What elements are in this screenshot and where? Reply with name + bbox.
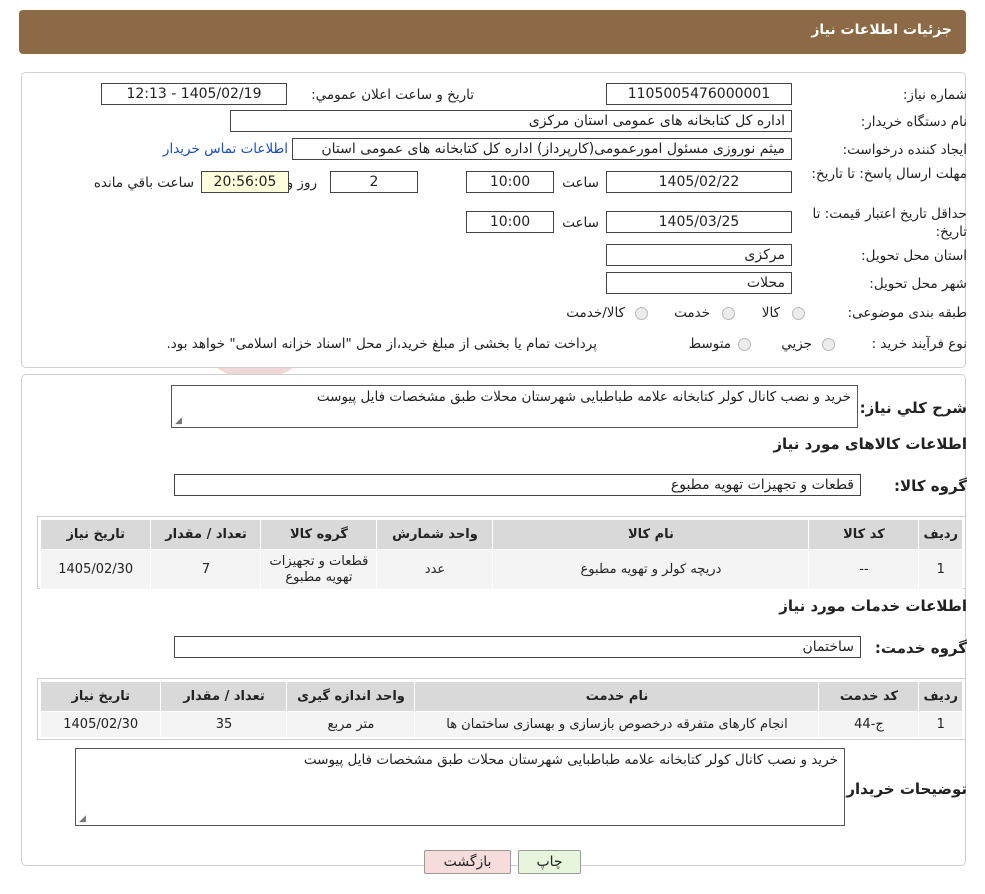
announce-label: تاریخ و ساعت اعلان عمومي:: [311, 87, 474, 103]
process-minor-radio[interactable]: [822, 338, 835, 351]
services-cell-unit: متر مربع: [286, 711, 416, 738]
buyer-notes-label: توضیحات خریدار:: [840, 780, 967, 798]
buyer-field: اداره کل کتابخانه های عمومی استان مرکزی: [230, 110, 792, 132]
description-text: خرید و نصب کانال کولر کتابخانه علامه طبا…: [316, 389, 851, 405]
services-section-title: اطلاعات خدمات مورد نیاز: [779, 597, 967, 615]
goods-col-unit: واحد شمارش: [376, 519, 494, 550]
goods-table: ردیف کد کالا نام کالا واحد شمارش گروه کا…: [39, 519, 963, 590]
need-number-label: شماره نیاز:: [902, 87, 967, 103]
goods-table-header: ردیف کد کالا نام کالا واحد شمارش گروه کا…: [39, 519, 963, 550]
services-cell-code: ج-44: [818, 711, 920, 738]
services-cell-row: 1: [918, 711, 963, 738]
goods-cell-name: دریچه کولر و تهویه مطبوع: [492, 549, 810, 590]
buyer-label: نام دستگاه خریدار:: [860, 114, 967, 130]
days-label: روز و: [286, 175, 317, 191]
creator-label: ایجاد کننده درخواست:: [842, 142, 967, 158]
services-group-label: گروه خدمت:: [874, 639, 967, 657]
process-medium-radio[interactable]: [738, 338, 751, 351]
goods-col-row: ردیف: [918, 519, 963, 550]
announce-field: 1405/02/19 - 12:13: [101, 83, 287, 105]
deadline-label: مهلت ارسال پاسخ: تا تاریخ:: [811, 166, 967, 182]
goods-col-qty: تعداد / مقدار: [150, 519, 262, 550]
services-col-qty: تعداد / مقدار: [160, 681, 288, 712]
page-header: جزئیات اطلاعات نیاز: [19, 10, 966, 54]
process-minor-label: جزیي: [781, 336, 812, 352]
goods-cell-code: --: [808, 549, 920, 590]
goods-cell-row: 1: [918, 549, 963, 590]
services-cell-qty: 35: [160, 711, 288, 738]
validity-time-label: ساعت: [562, 215, 599, 231]
process-medium-label: متوسط: [688, 336, 731, 352]
need-number-field: 1105005476000001: [606, 83, 792, 105]
deadline-time-label: ساعت: [562, 175, 599, 191]
process-note: پرداخت تمام یا بخشی از مبلغ خرید،از محل …: [166, 336, 597, 352]
validity-date-field: 1405/03/25: [606, 211, 792, 233]
province-field: مرکزی: [606, 244, 792, 266]
goods-col-date: تاریخ نیاز: [39, 519, 152, 550]
table-row: 1 -- دریچه کولر و تهویه مطبوع عدد قطعات …: [39, 549, 963, 590]
services-col-name: نام خدمت: [414, 681, 820, 712]
category-service-label: خدمت: [674, 305, 710, 321]
services-col-unit: واحد اندازه گیری: [286, 681, 416, 712]
deadline-date-field: 1405/02/22: [606, 171, 792, 193]
category-goods-service-label: کالا/خدمت: [566, 305, 625, 321]
buyer-notes-field[interactable]: خرید و نصب کانال کولر کتابخانه علامه طبا…: [75, 748, 845, 826]
goods-col-group: گروه کالا: [260, 519, 378, 550]
city-label: شهر محل تحویل:: [869, 276, 967, 292]
validity-time-field: 10:00: [466, 211, 554, 233]
goods-cell-unit: عدد: [376, 549, 494, 590]
goods-group-label: گروه کالا:: [894, 477, 967, 495]
buyer-contact-link[interactable]: اطلاعات تماس خریدار: [163, 141, 288, 157]
remaining-label: ساعت باقي مانده: [93, 175, 194, 191]
services-table: ردیف کد خدمت نام خدمت واحد اندازه گیری ت…: [39, 681, 963, 738]
services-col-code: کد خدمت: [818, 681, 920, 712]
category-label: طبقه بندی موضوعی:: [847, 305, 967, 321]
services-cell-date: 1405/02/30: [39, 711, 162, 738]
creator-field: میثم نوروزی مسئول امورعمومی(کارپرداز) اد…: [292, 138, 792, 160]
goods-cell-group: قطعات و تجهیزات تهویه مطبوع: [260, 549, 378, 590]
resize-handle-icon[interactable]: ◢: [175, 416, 182, 426]
category-goods-radio[interactable]: [792, 307, 805, 320]
goods-group-field: قطعات و تجهیزات تهویه مطبوع: [174, 474, 861, 496]
services-col-date: تاریخ نیاز: [39, 681, 162, 712]
services-cell-name: انجام کارهای متفرقه درخصوص بازسازی و بهس…: [414, 711, 820, 738]
validity-label: حداقل تاریخ اعتبار قیمت: تا تاریخ:: [812, 206, 967, 240]
city-field: محلات: [606, 272, 792, 294]
days-field: 2: [330, 171, 418, 193]
resize-handle-icon[interactable]: ◢: [79, 814, 86, 824]
deadline-time-field: 10:00: [466, 171, 554, 193]
services-col-row: ردیف: [918, 681, 963, 712]
services-group-field: ساختمان: [174, 636, 861, 658]
province-label: استان محل تحویل:: [861, 248, 967, 264]
remaining-time-field: 20:56:05: [201, 171, 289, 193]
description-label: شرح کلي نیاز:: [859, 399, 967, 417]
goods-col-name: نام کالا: [492, 519, 810, 550]
goods-cell-qty: 7: [150, 549, 262, 590]
buyer-notes-text: خرید و نصب کانال کولر کتابخانه علامه طبا…: [303, 752, 838, 768]
goods-col-code: کد کالا: [808, 519, 920, 550]
category-service-radio[interactable]: [722, 307, 735, 320]
goods-section-title: اطلاعات کالاهای مورد نیاز: [773, 435, 967, 453]
back-button[interactable]: بازگشت: [424, 850, 511, 874]
print-button[interactable]: چاپ: [518, 850, 581, 874]
description-field[interactable]: خرید و نصب کانال کولر کتابخانه علامه طبا…: [171, 385, 858, 428]
category-goods-service-radio[interactable]: [635, 307, 648, 320]
goods-cell-date: 1405/02/30: [39, 549, 152, 590]
page-title: جزئیات اطلاعات نیاز: [811, 22, 952, 38]
category-goods-label: کالا: [761, 305, 780, 321]
table-row: 1 ج-44 انجام کارهای متفرقه درخصوص بازساز…: [39, 711, 963, 738]
process-label: نوع فرآیند خرید :: [871, 336, 967, 352]
services-table-header: ردیف کد خدمت نام خدمت واحد اندازه گیری ت…: [39, 681, 963, 712]
